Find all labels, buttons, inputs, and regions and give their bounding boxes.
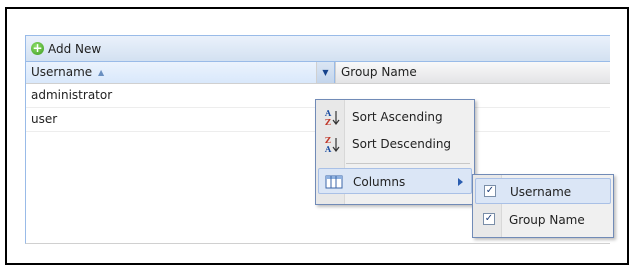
grid-toolbar: + Add New <box>26 35 610 62</box>
column-header-group-name[interactable]: Group Name <box>335 62 610 83</box>
menu-item-columns[interactable]: Columns <box>318 168 472 194</box>
checkbox-checked-icon[interactable]: ✓ <box>484 185 496 197</box>
username-cell: administrator <box>31 88 113 102</box>
menu-item-label: Group Name <box>509 213 585 227</box>
column-menu-trigger[interactable]: ▼ <box>317 62 335 83</box>
sort-az-icon: A Z <box>324 108 342 127</box>
column-header-label: Group Name <box>341 65 417 79</box>
username-cell: user <box>31 112 58 126</box>
menu-item-sort-descending[interactable]: Z A Sort Descending <box>318 131 472 157</box>
submenu-item-group-name[interactable]: ✓ Group Name <box>475 207 611 233</box>
sort-za-icon: Z A <box>324 135 342 154</box>
columns-icon <box>325 173 343 191</box>
add-new-button[interactable]: + Add New <box>31 42 101 56</box>
column-header-menu: A Z Sort Ascending Z A Sort Descending C… <box>315 99 475 205</box>
menu-separator <box>346 163 470 164</box>
menu-item-label: Sort Descending <box>352 137 452 151</box>
submenu-item-username[interactable]: ✓ Username <box>475 178 611 204</box>
columns-submenu: ✓ Username ✓ Group Name <box>472 174 614 238</box>
column-header-label: Username <box>31 65 93 79</box>
checkbox-checked-icon[interactable]: ✓ <box>483 213 495 225</box>
menu-item-label: Sort Ascending <box>352 110 443 124</box>
svg-text:A: A <box>324 144 332 153</box>
column-header-username[interactable]: Username ▲ <box>26 62 317 83</box>
add-icon: + <box>31 41 44 55</box>
menu-item-sort-ascending[interactable]: A Z Sort Ascending <box>318 104 472 130</box>
grid-header: Username ▲ ▼ Group Name <box>26 62 610 84</box>
sort-ascending-icon: ▲ <box>98 68 105 77</box>
add-new-label: Add New <box>48 41 102 56</box>
svg-text:Z: Z <box>325 117 331 126</box>
menu-item-label: Username <box>510 185 572 199</box>
submenu-arrow-icon <box>458 178 463 186</box>
menu-item-label: Columns <box>353 175 406 189</box>
